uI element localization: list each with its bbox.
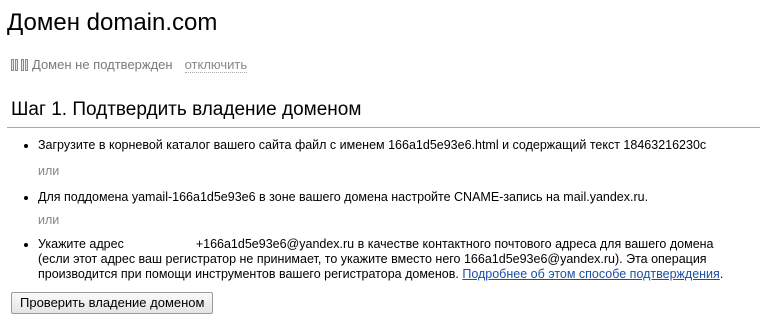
page-title: Домен domain.com bbox=[7, 9, 218, 36]
bullet-dot bbox=[24, 243, 28, 247]
method-contact-line1: +166a1d5e93e6@yandex.ru в качестве конта… bbox=[195, 237, 714, 251]
status-bars-icon bbox=[10, 58, 30, 72]
bullet-dot bbox=[24, 196, 28, 200]
more-info-link[interactable]: Подробнее об этом способе подтверждения bbox=[462, 267, 719, 281]
or-label: или bbox=[38, 164, 60, 178]
disconnect-link[interactable]: отключить bbox=[184, 57, 248, 73]
bullet-dot bbox=[24, 144, 28, 148]
method-file-upload: Загрузите в корневой каталог вашего сайт… bbox=[38, 138, 707, 152]
step-title: Шаг 1. Подтвердить владение доменом bbox=[11, 99, 362, 120]
method-contact-prefix: Укажите адрес bbox=[38, 237, 124, 251]
status-text: Домен не подтвержден bbox=[32, 57, 173, 72]
method-cname: Для поддомена yamail-166a1d5e93e6 в зоне… bbox=[38, 190, 649, 204]
method-contact-line3: производится при помощи инструментов ваш… bbox=[38, 267, 459, 281]
step-header: Шаг 1. Подтвердить владение доменом bbox=[7, 97, 760, 128]
method-contact-line2: (если этот адрес ваш регистратор не прин… bbox=[38, 252, 707, 266]
verify-ownership-button[interactable]: Проверить владение доменом bbox=[11, 292, 214, 314]
method-contact-email: Укажите адрес +166a1d5e93e6@yandex.ru в к… bbox=[38, 237, 768, 282]
domain-verification-page: Домен domain.com Домен не подтвержден от… bbox=[0, 0, 770, 327]
domain-status: Домен не подтвержден отключить bbox=[10, 56, 248, 74]
or-label: или bbox=[38, 213, 60, 227]
period: . bbox=[719, 267, 724, 281]
